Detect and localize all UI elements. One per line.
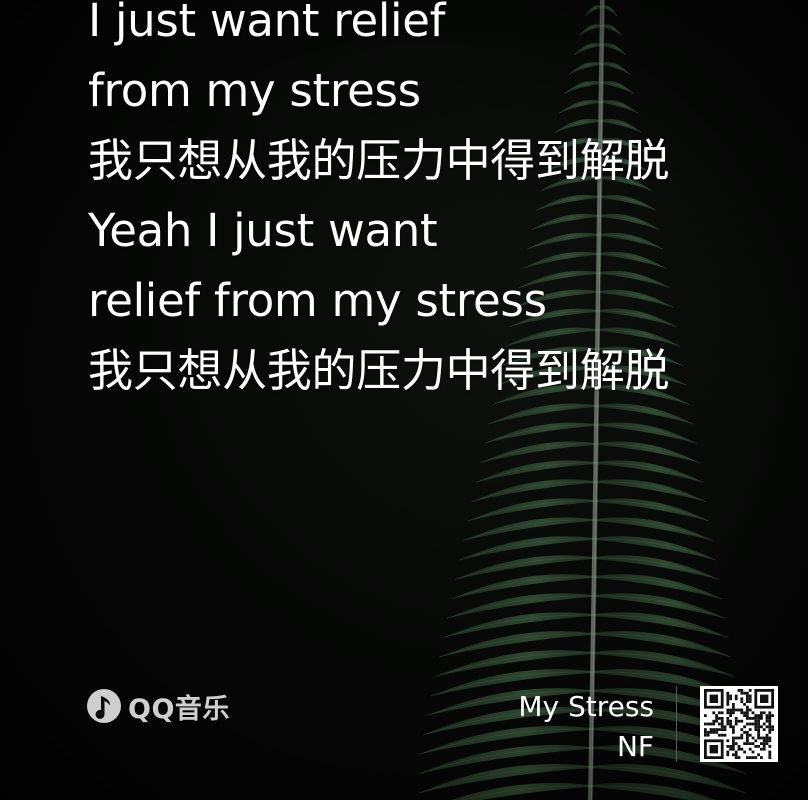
song-artist: NF (616, 730, 654, 763)
brand-name: QQ音乐 (128, 693, 230, 725)
lyric-line: 我只想从我的压力中得到解脱 (88, 134, 670, 187)
qr-code-icon (704, 689, 774, 759)
lyric-line: Yeah I just want (88, 204, 438, 257)
lyric-share-card: I just want relief from my stress 我只想从我的… (0, 0, 808, 800)
lyrics-block: I just want relief from my stress 我只想从我的… (88, 0, 748, 406)
song-info: My Stress NF (518, 690, 654, 764)
qr-code[interactable] (700, 686, 778, 762)
lyric-line: I just want relief (88, 0, 446, 47)
qq-music-logo-icon (87, 689, 121, 723)
lyric-line: relief from my stress (88, 274, 547, 327)
lyric-line: from my stress (88, 64, 421, 117)
qq-music-brand: QQ音乐 (86, 686, 230, 726)
song-title: My Stress (518, 690, 654, 723)
footer-divider (676, 686, 677, 762)
lyric-line: 我只想从我的压力中得到解脱 (88, 344, 670, 397)
